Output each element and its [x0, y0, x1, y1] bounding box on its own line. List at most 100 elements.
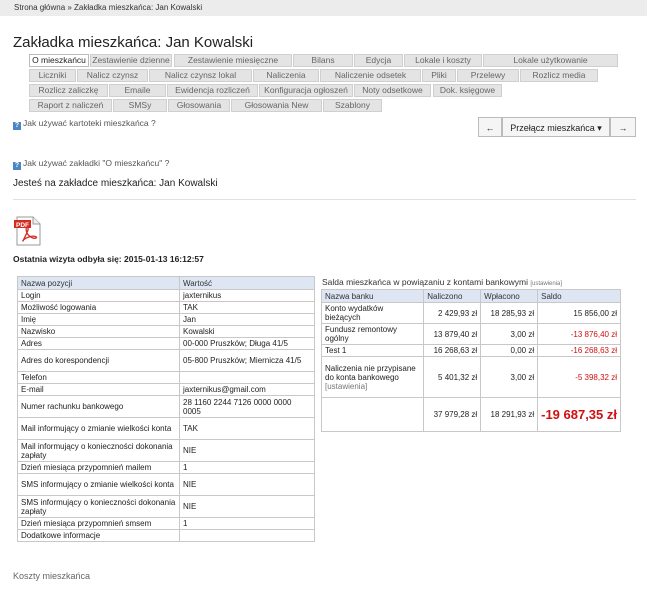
tab-2-6[interactable]: Przelewy [457, 69, 519, 82]
field-value: jaxternikus [179, 289, 315, 302]
field-label: E-mail [17, 383, 180, 396]
table-row: Fundusz remontowy ogólny 13 879,40 zł 3,00… [320, 323, 621, 345]
tab-2-0[interactable]: Liczniki [29, 69, 76, 82]
field-label: Imię [17, 313, 180, 326]
bank-name: Naliczenia nie przypisane do konta banko… [320, 356, 425, 398]
tab-3-5[interactable]: Dok. księgowe [433, 84, 502, 97]
field-value: jaxternikus@gmail.com [179, 383, 315, 396]
field-value [179, 529, 315, 542]
tab-2-4[interactable]: Naliczenie odsetek [320, 69, 421, 82]
tab-3-2[interactable]: Ewidencja rozliczeń [167, 84, 258, 97]
field-value [179, 371, 315, 384]
field-label: SMS informujący o zmianie wielkości kont… [17, 473, 180, 496]
amount-paid: 3,00 zł [480, 356, 539, 398]
amount-saldo: -16 268,63 zł [537, 344, 621, 357]
table-row: Adres do korespondencji 05-800 Pruszków; … [17, 349, 315, 372]
column-header: Naliczono [423, 289, 482, 303]
table-row: Test 1 16 268,63 zł 0,00 zł -16 268,63 zł [320, 344, 621, 357]
field-label: Adres do korespondencji [17, 349, 180, 372]
tab-1-4[interactable]: Edycja [354, 54, 403, 67]
field-value: Kowalski [179, 325, 315, 338]
tab-2-3[interactable]: Naliczenia [253, 69, 319, 82]
total-row: 37 979,28 zł 18 291,93 zł -19 687,35 zł [320, 397, 621, 432]
tab-2-1[interactable]: Nalicz czynsz [77, 69, 148, 82]
bank-name-text: Naliczenia nie przypisane do konta banko… [325, 363, 416, 382]
tab-4-2[interactable]: Głosowania [168, 99, 230, 112]
table-row: Naliczenia nie przypisane do konta banko… [320, 356, 621, 398]
column-header: Nazwa banku [320, 289, 425, 303]
tab-4-1[interactable]: SMSy [113, 99, 167, 112]
prev-resident-button[interactable]: ← [478, 117, 502, 137]
tab-4-3[interactable]: Głosowania New [231, 99, 322, 112]
amount-charged: 16 268,63 zł [423, 344, 482, 357]
bank-name: Fundusz remontowy ogólny [320, 323, 425, 345]
last-visit: Ostatnia wizyta odbyła się: 2015-01-13 1… [13, 254, 204, 264]
tab-1-6[interactable]: Lokale użytkowanie [483, 54, 618, 67]
next-resident-button[interactable]: → [610, 117, 636, 137]
balances-table: Nazwa banku Naliczono Wpłacono Saldo Kon… [320, 289, 621, 432]
tab-3-1[interactable]: Emaile [109, 84, 166, 97]
bank-name: Test 1 [320, 344, 425, 357]
field-label: Adres [17, 337, 180, 350]
tab-4-0[interactable]: Raport z naliczeń [29, 99, 112, 112]
total-saldo: -19 687,35 zł [537, 397, 621, 432]
tab-1-1[interactable]: Zestawienie dzienne [90, 54, 172, 67]
field-value: Jan [179, 313, 315, 326]
table-row: SMS informujący o konieczności dokonania… [17, 495, 315, 518]
tab-1-3[interactable]: Bilans [293, 54, 353, 67]
field-value: NIE [179, 495, 315, 518]
tab-2-7[interactable]: Rozlicz media [520, 69, 598, 82]
field-label: Telefon [17, 371, 180, 384]
tab-2-2[interactable]: Nalicz czynsz lokal [149, 69, 252, 82]
table-row: SMS informujący o zmianie wielkości kont… [17, 473, 315, 496]
field-label: Dodatkowe informacje [17, 529, 180, 542]
total-charged: 37 979,28 zł [423, 397, 482, 432]
bank-name: Konto wydatków bieżących [320, 302, 425, 324]
tab-1-5[interactable]: Lokale i koszty [404, 54, 482, 67]
table-row: E-mail jaxternikus@gmail.com [17, 383, 315, 396]
amount-saldo: -5 398,32 zł [537, 356, 621, 398]
field-label: Numer rachunku bankowego [17, 395, 180, 418]
row-settings-link[interactable]: [ustawienia] [325, 382, 367, 391]
question-icon: ? [13, 122, 21, 130]
settings-link[interactable]: [ustawienia] [530, 281, 562, 287]
tab-3-3[interactable]: Konfiguracja ogłoszeń [259, 84, 353, 97]
pdf-icon[interactable]: PDF [13, 216, 43, 246]
bank-name-text: Test 1 [325, 346, 347, 355]
column-header: Wartość [179, 276, 315, 290]
help-link-tab[interactable]: ? Jak używać zakładki "O mieszkańcu" ? [13, 158, 169, 170]
tab-1-2[interactable]: Zestawienie miesięczne [174, 54, 292, 67]
resident-costs-heading: Koszty mieszkańca [13, 571, 91, 581]
switch-resident-button[interactable]: Przełącz mieszkańca ▾ [502, 117, 610, 137]
field-value: 00-000 Pruszków; Długa 41/5 [179, 337, 315, 350]
tab-3-4[interactable]: Noty odsetkowe [354, 84, 431, 97]
table-row: Konto wydatków bieżących 2 429,93 zł 18 28… [320, 302, 621, 324]
tab-2-5[interactable]: Pliki [422, 69, 456, 82]
bank-name-text: Konto wydatków bieżących [325, 304, 384, 322]
field-label: Dzień miesiąca przypomnień smsem [17, 517, 180, 530]
breadcrumb[interactable]: Strona główna » Zakładka mieszkańca: Jan… [14, 3, 202, 12]
bank-name-text: Fundusz remontowy ogólny [325, 325, 398, 343]
table-row: Adres 00-000 Pruszków; Długa 41/5 [17, 337, 315, 350]
table-row: Telefon [17, 371, 315, 384]
amount-saldo: 15 856,00 zł [537, 302, 621, 324]
field-label: Mail informujący o konieczności dokonani… [17, 439, 180, 462]
table-row: Mail informujący o konieczności dokonani… [17, 439, 315, 462]
field-label: Dzień miesiąca przypomnień mailem [17, 461, 180, 474]
field-value: NIE [179, 439, 315, 462]
amount-charged: 2 429,93 zł [423, 302, 482, 324]
tab-3-0[interactable]: Rozlicz zaliczkę [29, 84, 108, 97]
total-paid: 18 291,93 zł [480, 397, 539, 432]
help-link-card[interactable]: ? Jak używać kartoteki mieszkańca ? [13, 118, 156, 130]
amount-charged: 13 879,40 zł [423, 323, 482, 345]
table-row: Nazwisko Kowalski [17, 325, 315, 338]
page-title: Zakładka mieszkańca: Jan Kowalski [13, 34, 254, 51]
field-value: 1 [179, 461, 315, 474]
field-value: 28 1160 2244 7126 0000 0000 0005 [179, 395, 315, 418]
tab-1-0[interactable]: O mieszkańcu [29, 54, 89, 67]
tab-4-4[interactable]: Szablony [323, 99, 382, 112]
field-label: Mail informujący o zmianie wielkości kon… [17, 417, 180, 440]
table-row: Login jaxternikus [17, 289, 315, 302]
table-row: Dodatkowe informacje [17, 529, 315, 542]
amount-charged: 5 401,32 zł [423, 356, 482, 398]
